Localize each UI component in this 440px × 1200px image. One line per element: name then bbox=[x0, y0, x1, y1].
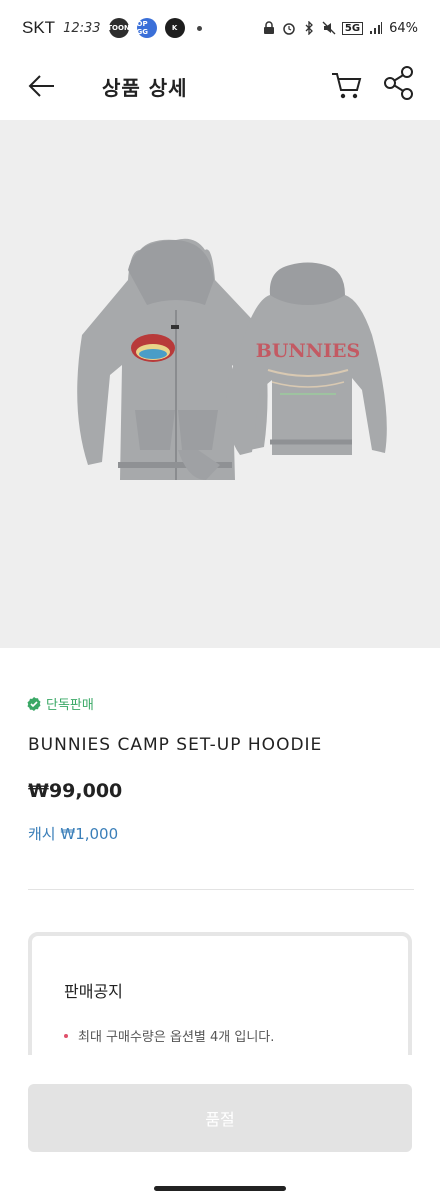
cash-reward: 캐시 ₩1,000 bbox=[28, 825, 119, 843]
lock-icon bbox=[263, 21, 274, 34]
alarm-icon bbox=[283, 23, 295, 35]
mute-icon bbox=[322, 21, 336, 35]
cart-button[interactable] bbox=[328, 66, 366, 104]
back-button[interactable] bbox=[24, 68, 60, 104]
page-title: 상품 상세 bbox=[102, 76, 188, 100]
notice-item: 최대 구매수량은 옵션별 4개 입니다. bbox=[64, 1026, 274, 1045]
share-button[interactable] bbox=[380, 64, 418, 102]
battery-label: 64% bbox=[389, 20, 418, 36]
bullet-icon bbox=[64, 1033, 68, 1038]
clock: 12:33 bbox=[63, 20, 101, 36]
exclusive-badge: 단독판매 bbox=[26, 694, 94, 713]
opgg-app-icon: OP GG bbox=[136, 18, 157, 38]
product-name: BUNNIES CAMP SET-UP HOODIE bbox=[28, 735, 323, 755]
status-bar: SKT 12:33 TOON OP GG K 5G 64% bbox=[0, 0, 440, 56]
webtoon-app-icon: TOON bbox=[107, 18, 130, 38]
sold-out-button[interactable]: 품절 bbox=[28, 1084, 412, 1152]
notice-item-text: 최대 구매수량은 옵션별 4개 입니다. bbox=[78, 1030, 275, 1045]
k-app-icon: K bbox=[164, 18, 185, 38]
hoodie-back: BUNNIES bbox=[226, 262, 387, 455]
arrow-left-icon bbox=[28, 75, 54, 97]
network-5g-label: 5G bbox=[341, 21, 364, 35]
sales-notice-card: 판매공지 최대 구매수량은 옵션별 4개 입니다. bbox=[28, 932, 412, 1072]
hoodie-image: BUNNIES bbox=[77, 238, 387, 480]
home-indicator[interactable] bbox=[154, 1186, 286, 1191]
product-image[interactable]: BUNNIES bbox=[0, 120, 440, 648]
divider bbox=[28, 889, 414, 890]
verified-check-icon bbox=[27, 696, 41, 711]
share-icon bbox=[384, 66, 413, 100]
app-header: 상품 상세 bbox=[0, 56, 440, 120]
hoodie-print-text: BUNNIES bbox=[256, 340, 360, 362]
signal-icon bbox=[370, 22, 383, 34]
carrier-label: SKT bbox=[22, 18, 56, 37]
bluetooth-icon bbox=[305, 21, 313, 35]
notice-title: 판매공지 bbox=[64, 982, 123, 1001]
product-price: ₩99,000 bbox=[28, 780, 123, 802]
cart-icon bbox=[332, 73, 362, 99]
exclusive-badge-label: 단독판매 bbox=[46, 698, 94, 713]
notification-dot-icon bbox=[196, 25, 202, 31]
